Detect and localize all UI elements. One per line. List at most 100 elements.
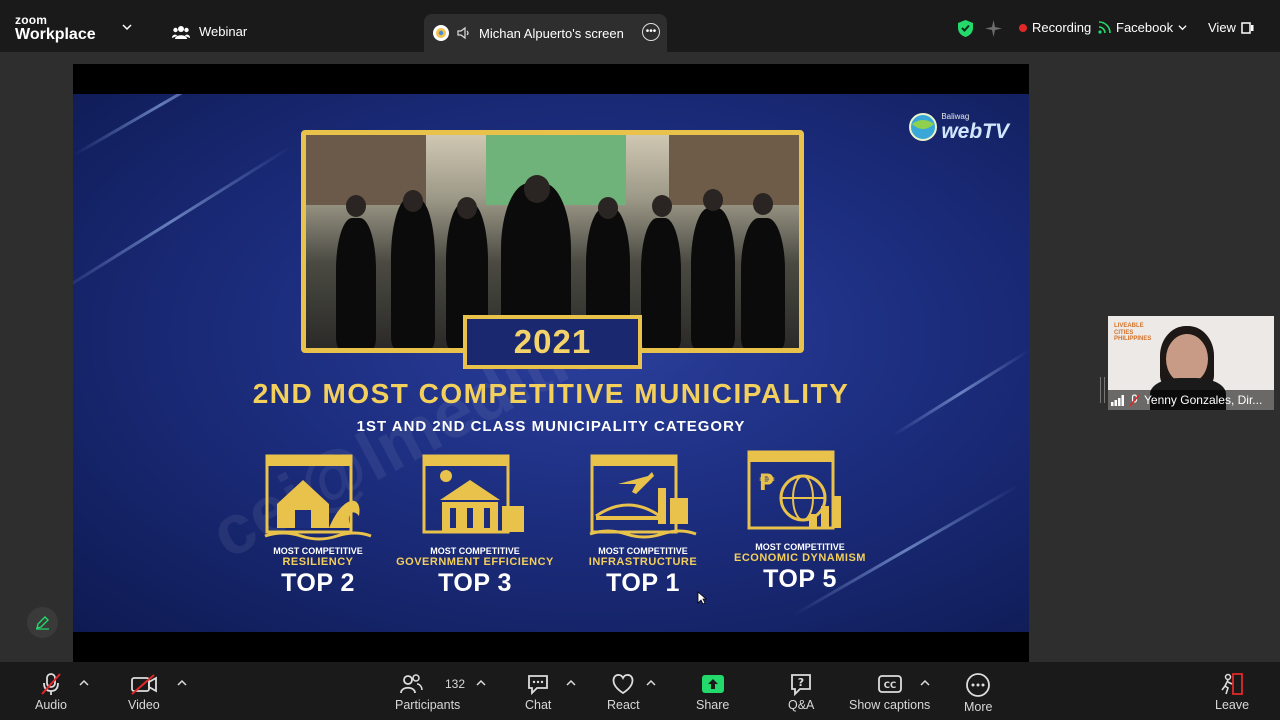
captions-label: Show captions bbox=[849, 698, 931, 712]
audio-label: Audio bbox=[35, 698, 67, 712]
person-head bbox=[457, 197, 477, 219]
person bbox=[391, 198, 435, 348]
curtain-right bbox=[669, 135, 799, 205]
participant-face bbox=[1166, 334, 1208, 384]
meeting-toolbar: Audio Video Participants 132 Chat React … bbox=[0, 662, 1280, 720]
share-tab-label: Michan Alpuerto's screen bbox=[479, 25, 624, 41]
leave-button[interactable]: Leave bbox=[1215, 672, 1249, 712]
video-label: Video bbox=[128, 698, 160, 712]
facebook-live-indicator[interactable]: Facebook bbox=[1098, 20, 1187, 35]
person bbox=[336, 218, 376, 348]
chevron-down-icon bbox=[1178, 25, 1187, 31]
broadcaster-big-text: webTV bbox=[941, 119, 1009, 143]
logo-line-2: Workplace bbox=[15, 26, 96, 43]
chevron-up-icon[interactable] bbox=[79, 678, 89, 688]
person-head bbox=[598, 197, 618, 219]
qa-icon: ? bbox=[791, 674, 812, 696]
view-label: View bbox=[1208, 20, 1236, 35]
leave-door-icon bbox=[1221, 673, 1243, 695]
participants-label: Participants bbox=[395, 698, 461, 712]
react-label: React bbox=[607, 698, 640, 712]
mouse-cursor-icon bbox=[697, 591, 707, 605]
participants-icon bbox=[399, 674, 423, 694]
chevron-up-icon[interactable] bbox=[646, 678, 656, 688]
webinar-label: Webinar bbox=[199, 24, 248, 39]
baliwag-webtv-logo: Baliwag webTV bbox=[908, 112, 1009, 142]
pip-background-logo: LIVEABLE CITIES PHILIPPINES bbox=[1114, 323, 1152, 343]
house-wave-icon bbox=[264, 454, 372, 541]
globe-logo-icon bbox=[909, 113, 938, 141]
react-button[interactable]: React bbox=[607, 672, 640, 712]
recording-indicator[interactable]: Recording bbox=[1019, 20, 1091, 35]
screen-share-tab[interactable]: Michan Alpuerto's screen ••• bbox=[424, 14, 667, 52]
microphone-muted-icon bbox=[41, 673, 61, 695]
view-button[interactable]: View bbox=[1208, 20, 1254, 35]
facebook-label: Facebook bbox=[1116, 20, 1174, 35]
person-head bbox=[753, 193, 773, 215]
headline-text: 2ND MOST COMPETITIVE MUNICIPALITY bbox=[252, 378, 850, 409]
captions-button[interactable]: CC Show captions bbox=[849, 672, 930, 712]
category-economic-dynamism: ₱ MOST COMPETITIVE ECONOMIC DYNAMISM TOP… bbox=[700, 450, 900, 594]
person-head bbox=[346, 195, 366, 217]
view-layout-icon bbox=[1241, 21, 1254, 34]
svg-text:?: ? bbox=[798, 676, 804, 689]
chat-label: Chat bbox=[525, 698, 552, 712]
person-head bbox=[403, 190, 423, 212]
annotate-button[interactable] bbox=[27, 607, 58, 638]
svg-text:CC: CC bbox=[883, 681, 895, 691]
qa-button[interactable]: ? Q&A bbox=[788, 672, 814, 712]
chevron-down-icon[interactable] bbox=[122, 22, 132, 32]
peso-globe-icon: ₱ bbox=[747, 450, 841, 530]
slide-subheadline: 1ST AND 2ND CLASS MUNICIPALITY CATEGORY bbox=[356, 418, 746, 435]
people-icon bbox=[172, 25, 190, 39]
government-building-icon bbox=[422, 454, 524, 534]
zoom-workplace-logo: zoom Workplace bbox=[15, 14, 96, 43]
pencil-icon bbox=[36, 616, 49, 630]
airplane-bridge-icon bbox=[589, 454, 697, 539]
chat-button[interactable]: Chat bbox=[525, 672, 551, 712]
heart-icon bbox=[612, 674, 634, 695]
person bbox=[691, 208, 735, 348]
share-screen-icon bbox=[701, 675, 724, 693]
participant-nameplate: Yenny Gonzales, Dir... bbox=[1108, 390, 1274, 410]
video-button[interactable]: Video bbox=[128, 672, 160, 712]
chevron-up-icon[interactable] bbox=[566, 678, 576, 688]
share-button[interactable]: Share bbox=[696, 672, 729, 712]
category-rank: TOP 5 bbox=[763, 565, 837, 593]
webinar-indicator[interactable]: Webinar bbox=[172, 24, 247, 39]
app-icon bbox=[433, 25, 449, 41]
ai-sparkle-icon[interactable] bbox=[985, 20, 1002, 37]
logo-line-1: zoom bbox=[15, 13, 48, 27]
share-label: Share bbox=[696, 698, 730, 712]
year-badge: 2021 bbox=[463, 315, 642, 369]
pip-drag-handle[interactable] bbox=[1100, 377, 1105, 403]
more-options-icon[interactable]: ••• bbox=[642, 23, 660, 41]
security-shield-icon[interactable] bbox=[957, 19, 974, 38]
chevron-up-icon[interactable] bbox=[177, 678, 187, 688]
more-button[interactable]: More bbox=[964, 672, 992, 714]
live-stream-icon bbox=[1098, 21, 1111, 34]
more-label: More bbox=[964, 700, 993, 714]
recording-dot-icon bbox=[1019, 23, 1027, 32]
participant-video-tile[interactable]: LIVEABLE CITIES PHILIPPINES Yenny Gonzal… bbox=[1108, 316, 1274, 410]
person bbox=[641, 218, 681, 348]
participant-name: Yenny Gonzales, Dir... bbox=[1144, 393, 1263, 407]
participants-count: 132 bbox=[445, 677, 466, 691]
shared-slide: cei@lmedities.ph Baliwag webTV 2021 2ND … bbox=[73, 94, 1029, 632]
person-head bbox=[652, 195, 672, 217]
recording-label: Recording bbox=[1032, 20, 1092, 35]
signal-strength-icon bbox=[1111, 394, 1124, 406]
chevron-up-icon[interactable] bbox=[920, 678, 930, 688]
top-bar: zoom Workplace Webinar Michan Alpuerto's… bbox=[0, 0, 1280, 52]
slide-headline: 2ND MOST COMPETITIVE MUNICIPALITY bbox=[73, 378, 1029, 410]
mic-muted-icon bbox=[1129, 393, 1140, 406]
speaker-icon[interactable] bbox=[457, 26, 471, 40]
closed-captions-icon: CC bbox=[877, 675, 902, 693]
video-camera-muted-icon bbox=[130, 674, 157, 695]
chevron-up-icon[interactable] bbox=[476, 678, 486, 688]
svg-text:₱: ₱ bbox=[759, 471, 775, 496]
audio-button[interactable]: Audio bbox=[35, 672, 67, 712]
qa-label: Q&A bbox=[788, 698, 815, 712]
category-line-1: MOST COMPETITIVE bbox=[755, 542, 845, 552]
light-streak bbox=[73, 94, 247, 157]
